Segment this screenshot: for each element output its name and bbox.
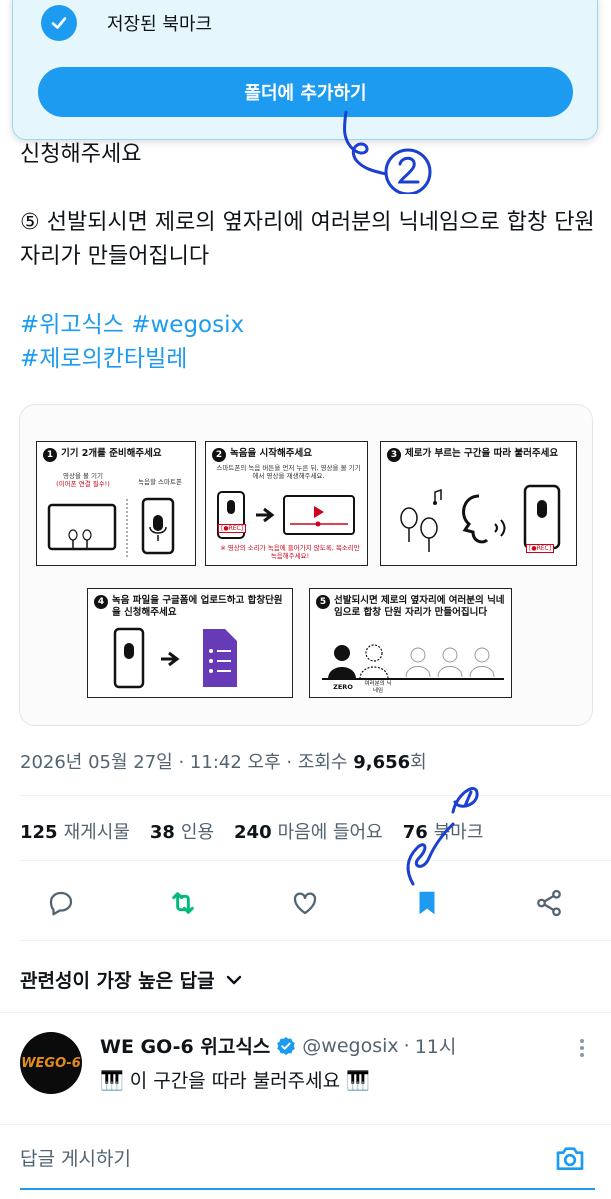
views-count: 9,656 bbox=[353, 752, 411, 773]
tweet-date: 2026년 05월 27일 bbox=[20, 752, 173, 773]
step-title: 녹음을 시작해주세요 bbox=[230, 448, 312, 459]
step-title: 선발되시면 제로의 옆자리에 여러분의 닉네임으로 합창 단원 자리가 만들어집… bbox=[334, 595, 505, 618]
stat-label: 북마크 bbox=[433, 822, 484, 843]
step-number: 5 bbox=[316, 595, 330, 609]
saved-bookmark-row[interactable]: 저장된 북마크 bbox=[41, 3, 212, 43]
stat-label: 인용 bbox=[180, 822, 215, 843]
hashtag-line-1[interactable]: #위고식스 #wegosix bbox=[20, 308, 244, 342]
chevron-down-icon bbox=[226, 975, 241, 984]
reply-time[interactable]: 11시 bbox=[415, 1032, 457, 1059]
divider bbox=[20, 940, 611, 941]
retweet-icon[interactable] bbox=[166, 886, 200, 920]
guide-image[interactable]: 1 기기 2개를 준비해주세요 영상을 볼 기기 (이어폰 연결 필수!) 녹음할… bbox=[19, 404, 593, 726]
share-icon[interactable] bbox=[532, 886, 566, 920]
step2-description: 스마트폰의 녹음 버튼을 먼저 누른 뒤, 영상을 볼 기기에서 영상을 재생해… bbox=[216, 464, 361, 480]
bookmark-popup: 저장된 북마크 폴더에 추가하기 bbox=[12, 0, 598, 140]
rec-label: [●REC] bbox=[526, 544, 555, 553]
action-bar bbox=[0, 878, 611, 928]
stat-count: 38 bbox=[149, 822, 175, 843]
tweet-text-step5: ⑤ 선발되시면 제로의 옆자리에 여러분의 닉네임으로 합창 단원 자리가 만들… bbox=[20, 210, 595, 269]
guide-step-2: 2 녹음을 시작해주세요 스마트폰의 녹음 버튼을 먼저 누른 뒤, 영상을 볼 … bbox=[205, 441, 368, 566]
tweet-stats: 125 재게시물 38 인용 240 마음에 들어요 76 북마크 bbox=[20, 818, 503, 844]
tweet-text-partial: 신청해주세요 bbox=[20, 142, 142, 167]
bookmark-icon[interactable] bbox=[410, 886, 444, 920]
step-title: 제로가 부르는 구간을 따라 불러주세요 bbox=[405, 448, 559, 459]
saved-bookmark-label: 저장된 북마크 bbox=[107, 14, 213, 35]
camera-icon[interactable] bbox=[554, 1142, 586, 1178]
check-icon bbox=[41, 5, 77, 41]
views-label: 조회수 bbox=[297, 752, 348, 773]
views-unit: 회 bbox=[410, 752, 427, 773]
stat-label: 마음에 들어요 bbox=[277, 822, 383, 843]
stat-count: 240 bbox=[234, 822, 272, 843]
stat-quotes[interactable]: 38 인용 bbox=[150, 818, 214, 844]
verified-badge-icon bbox=[277, 1036, 296, 1055]
choir-seats-icon bbox=[322, 644, 504, 680]
upload-form-icon bbox=[113, 627, 237, 689]
sort-label: 관련성이 가장 높은 답글 bbox=[20, 970, 215, 992]
divider bbox=[0, 1012, 611, 1013]
stat-count: 125 bbox=[20, 822, 58, 843]
stat-bookmarks[interactable]: 76 북마크 bbox=[403, 818, 484, 844]
earphone-note: (이어폰 연결 필수!) bbox=[56, 480, 110, 488]
step-number: 3 bbox=[387, 448, 401, 462]
guide-step-3: 3 제로가 부르는 구간을 따라 불러주세요 [●REC] bbox=[380, 441, 577, 566]
reply-sort-dropdown[interactable]: 관련성이 가장 높은 답글 bbox=[20, 966, 243, 993]
device-label-right: 녹음할 스마트폰 bbox=[138, 478, 182, 486]
step-title: 기기 2개를 준비해주세요 bbox=[61, 448, 162, 459]
reply-icon[interactable] bbox=[44, 886, 78, 920]
like-icon[interactable] bbox=[288, 886, 322, 920]
rec-label: [●REC] bbox=[218, 524, 247, 533]
divider bbox=[20, 860, 611, 861]
nickname-label: 여러분의 닉네임 bbox=[364, 681, 392, 694]
step-number: 2 bbox=[212, 448, 226, 462]
zero-label: ZERO bbox=[333, 683, 353, 691]
guide-step-4: 4 녹음 파일을 구글폼에 업로드하고 합창단원을 신청해주세요 bbox=[87, 588, 293, 698]
reply-item[interactable]: WEGO-6 WE GO-6 위고식스 @wegosix · 11시 🎹 이 구… bbox=[0, 1018, 611, 1118]
stat-reposts[interactable]: 125 재게시물 bbox=[20, 818, 130, 844]
hashtag-line-2[interactable]: #제로의칸타빌레 bbox=[20, 342, 187, 376]
divider bbox=[20, 795, 611, 796]
reply-text: 🎹 이 구간을 따라 불러주세요 🎹 bbox=[100, 1070, 370, 1092]
tablet-phone-icon bbox=[47, 497, 175, 557]
dot-separator: · bbox=[403, 1034, 410, 1057]
add-to-folder-button[interactable]: 폴더에 추가하기 bbox=[38, 67, 573, 117]
reply-input[interactable] bbox=[20, 1142, 520, 1176]
stat-count: 76 bbox=[402, 822, 428, 843]
reply-handle[interactable]: @wegosix bbox=[302, 1035, 398, 1057]
composer-focus-line bbox=[20, 1188, 595, 1190]
step-number: 4 bbox=[94, 595, 108, 609]
guide-step-5: 5 선발되시면 제로의 옆자리에 여러분의 닉네임으로 합창 단원 자리가 만들어… bbox=[309, 588, 512, 698]
avatar[interactable]: WEGO-6 bbox=[20, 1032, 82, 1094]
tweet-time: 11:42 오후 bbox=[189, 752, 281, 773]
divider bbox=[0, 1124, 611, 1125]
guide-step-1: 1 기기 2개를 준비해주세요 영상을 볼 기기 (이어폰 연결 필수!) 녹음할… bbox=[36, 441, 196, 566]
stat-likes[interactable]: 240 마음에 들어요 bbox=[234, 818, 383, 844]
step-number: 1 bbox=[43, 448, 57, 462]
more-options-icon[interactable] bbox=[579, 1038, 585, 1062]
step-title: 녹음 파일을 구글폼에 업로드하고 합창단원을 신청해주세요 bbox=[112, 595, 283, 618]
device-label-left: 영상을 볼 기기 bbox=[62, 472, 103, 480]
stat-label: 재게시물 bbox=[63, 822, 130, 843]
step2-warning: ※ 영상의 소리가 녹음에 들어가지 않도록, 목소리만 녹음해주세요! bbox=[220, 544, 360, 560]
reply-author-name[interactable]: WE GO-6 위고식스 bbox=[100, 1032, 270, 1059]
tweet-meta: 2026년 05월 27일 · 11:42 오후 · 조회수 9,656회 bbox=[20, 752, 427, 773]
